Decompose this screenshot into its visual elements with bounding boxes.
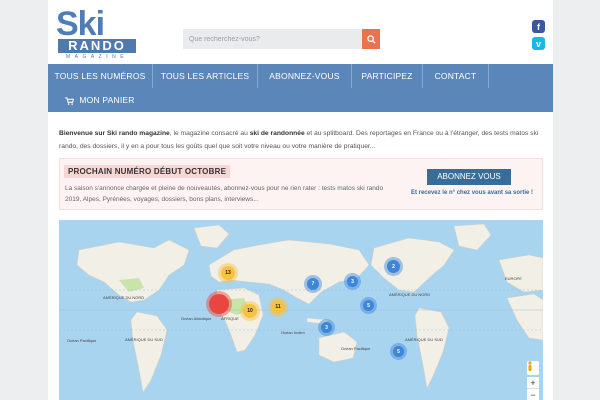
map-label: AFRIQUE <box>221 316 239 321</box>
map-land <box>59 223 543 393</box>
social-links: f v <box>532 20 546 54</box>
subscribe-button[interactable]: ABONNEZ VOUS <box>427 169 511 185</box>
nav-item-contact[interactable]: CONTACT <box>423 64 488 88</box>
logo-magazine-text: MAGAZINE <box>65 54 129 60</box>
cart-icon <box>65 97 75 105</box>
search-button[interactable] <box>362 29 380 49</box>
zoom-out-button[interactable]: − <box>527 389 539 400</box>
map-label: EUROPE <box>505 276 522 281</box>
cart-label: MON PANIER <box>79 95 135 105</box>
map-cluster-marker[interactable]: 5 <box>363 300 374 311</box>
intro-bold-2: ski de randonnée <box>249 130 305 137</box>
intro-part-2: , le magazine consacré au <box>169 130 250 137</box>
map-cluster-marker[interactable]: 7 <box>307 278 319 290</box>
main-nav: TOUS LES NUMÉROS TOUS LES ARTICLES ABONN… <box>48 64 553 112</box>
map-cluster-marker[interactable]: 3 <box>347 276 358 287</box>
nav-divider <box>488 64 489 88</box>
zoom-in-button[interactable]: + <box>527 377 539 389</box>
logo-rando-text: RANDO <box>58 39 136 53</box>
search-bar <box>183 29 380 49</box>
map-label: AMÉRIQUE DU NORD <box>103 295 145 300</box>
nav-item-cart[interactable]: MON PANIER <box>48 88 152 112</box>
map-label: AMÉRIQUE DU SUD <box>405 337 443 342</box>
map-cluster-marker[interactable]: 10 <box>243 304 257 318</box>
map-cluster-marker[interactable]: 2 <box>387 260 400 273</box>
nav-item-participez[interactable]: PARTICIPEZ <box>352 64 422 88</box>
intro-bold-1: Bienvenue sur Ski rando magazine <box>59 130 170 137</box>
vimeo-icon[interactable]: v <box>532 37 545 50</box>
site-logo[interactable]: Ski RANDO MAGAZINE <box>56 5 138 62</box>
map-cluster-marker[interactable]: 13 <box>221 266 235 280</box>
header: Ski RANDO MAGAZINE f v <box>48 0 553 64</box>
map-cluster-marker[interactable]: 11 <box>271 300 285 314</box>
map-label: AMÉRIQUE DU SUD <box>125 337 163 342</box>
map-cluster-marker[interactable] <box>209 294 229 314</box>
promo-box: PROCHAIN NUMÉRO DÉBUT OCTOBRE La saison … <box>59 158 543 210</box>
map-controls: + − <box>527 361 539 400</box>
map-label: Océan Atlantique <box>181 316 212 321</box>
world-map[interactable]: AMÉRIQUE DU NORD AFRIQUE AMÉRIQUE DU SUD… <box>59 220 543 400</box>
pegman-icon <box>528 361 532 371</box>
map-label: Océan Pacifique <box>341 346 371 351</box>
street-view-pegman[interactable] <box>527 361 539 375</box>
map-label: Océan Pacifique <box>67 338 97 343</box>
nav-item-abonnez[interactable]: ABONNEZ-VOUS <box>258 64 351 88</box>
map-label: Océan Indien <box>281 330 305 335</box>
promo-text: La saison s'annonce chargée et pleine de… <box>65 185 384 203</box>
promo-title: PROCHAIN NUMÉRO DÉBUT OCTOBRE <box>64 165 231 178</box>
nav-item-articles[interactable]: TOUS LES ARTICLES <box>153 64 257 88</box>
search-icon <box>366 34 376 44</box>
map-cluster-marker[interactable]: 5 <box>393 346 404 357</box>
map-label: AMÉRIQUE DU NORD <box>389 292 431 297</box>
map-cluster-marker[interactable]: 3 <box>321 322 332 333</box>
promo-note: Et recevez le n° chez vous avant sa sort… <box>410 190 534 196</box>
nav-item-numeros[interactable]: TOUS LES NUMÉROS <box>48 64 152 88</box>
intro-text: Bienvenue sur Ski rando magazine, le mag… <box>59 127 544 153</box>
page: Ski RANDO MAGAZINE f v TOUS LES NUMÉROS … <box>48 0 553 400</box>
facebook-icon[interactable]: f <box>532 20 545 33</box>
search-input[interactable] <box>183 29 362 49</box>
